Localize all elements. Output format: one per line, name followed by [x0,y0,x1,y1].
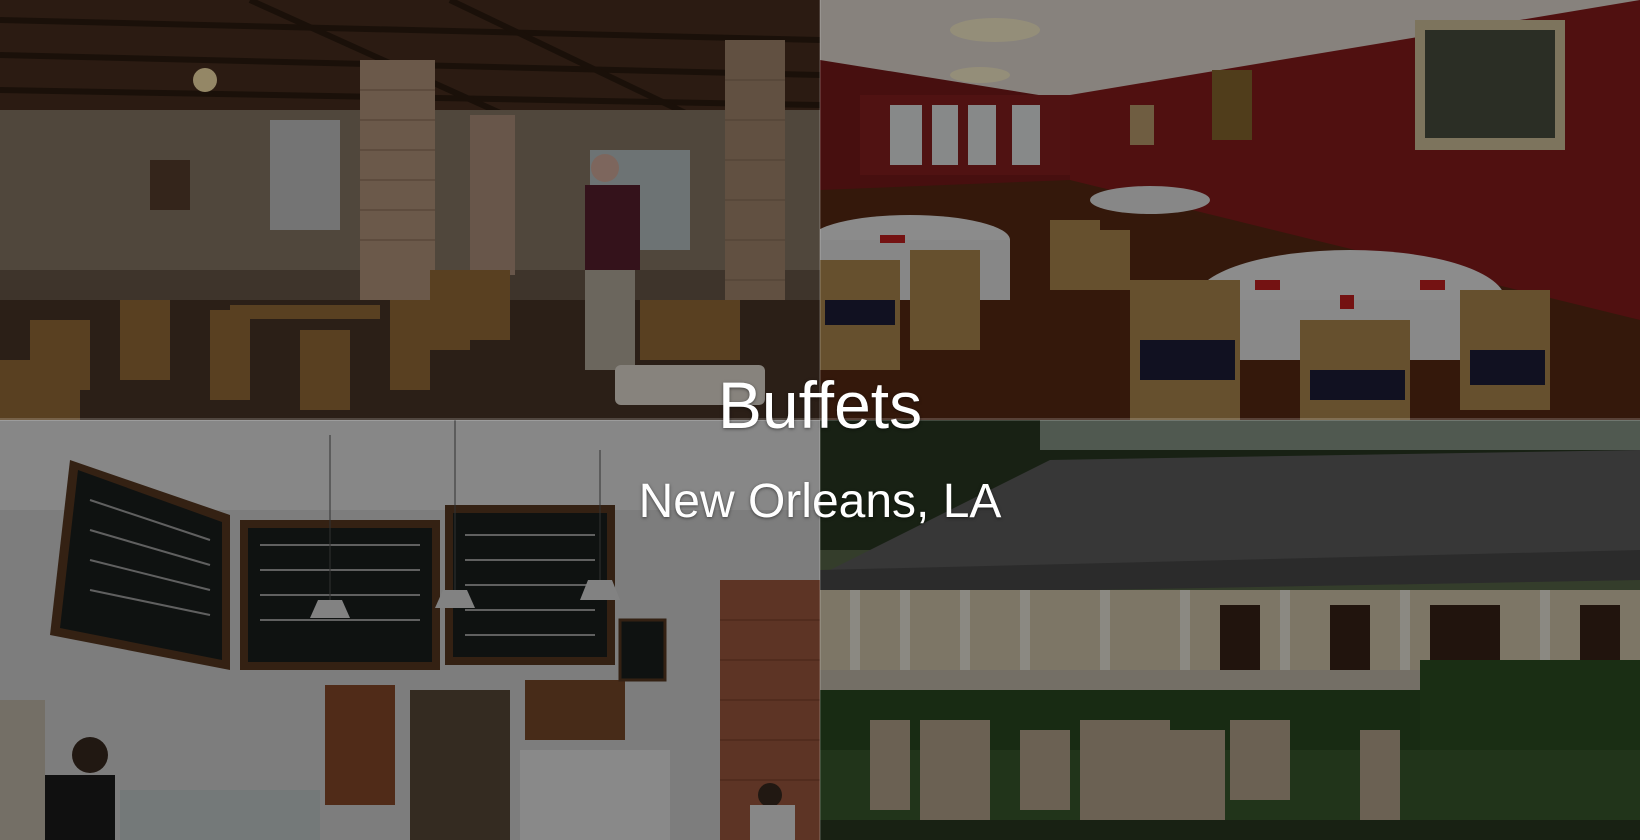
grid-divider-vertical [819,0,821,840]
photo-collage: Buffets New Orleans, LA [0,0,1640,840]
